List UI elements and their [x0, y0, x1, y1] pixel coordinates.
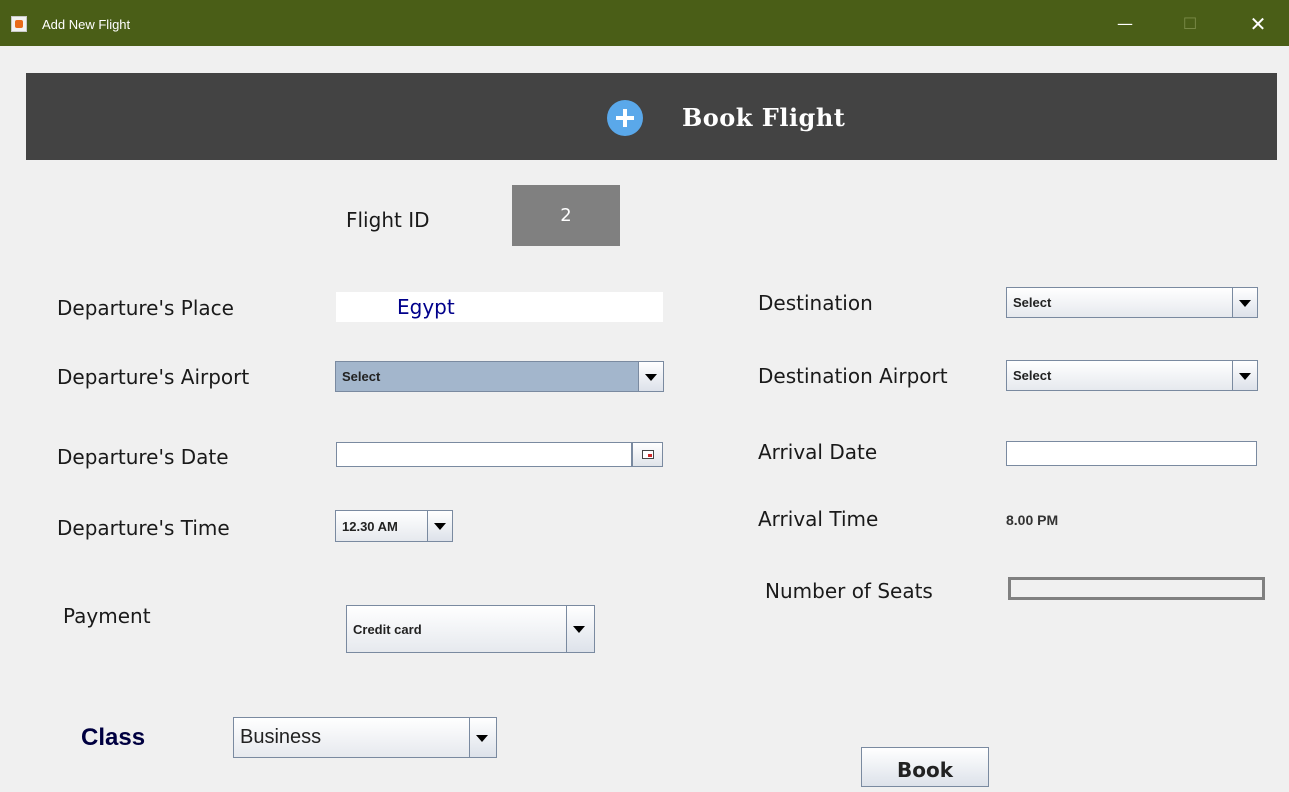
payment-label: Payment [63, 604, 151, 628]
class-label: Class [81, 724, 146, 751]
close-button[interactable]: ✕ [1238, 10, 1278, 38]
departure-time-value: 12.30 AM [342, 518, 398, 534]
destination-airport-label: Destination Airport [758, 364, 948, 388]
payment-value: Credit card [353, 621, 422, 637]
chevron-down-icon[interactable] [1232, 361, 1257, 390]
arrival-time-label: Arrival Time [758, 507, 879, 531]
window-title: Add New Flight [42, 17, 131, 32]
arrival-date-field[interactable] [1006, 441, 1257, 466]
header-banner: Book Flight [26, 73, 1277, 160]
destination-airport-dropdown[interactable]: Select [1006, 360, 1258, 391]
chevron-down-icon[interactable] [469, 718, 496, 757]
java-app-icon [11, 16, 27, 32]
destination-airport-value: Select [1013, 368, 1052, 383]
chevron-down-icon[interactable] [1232, 288, 1257, 317]
flight-id-value: 2 [512, 185, 620, 246]
departure-airport-value: Select [342, 369, 381, 384]
chevron-down-icon[interactable] [638, 362, 663, 391]
book-button[interactable]: Book [861, 747, 989, 787]
seats-field[interactable] [1008, 577, 1265, 600]
class-value: Business [240, 726, 322, 748]
departure-place-value: Egypt [397, 295, 455, 319]
title-bar: Add New Flight — ☐ ✕ [0, 0, 1289, 46]
flight-id-label: Flight ID [346, 208, 430, 232]
destination-value: Select [1013, 295, 1052, 310]
departure-place-label: Departure's Place [57, 296, 234, 320]
payment-dropdown[interactable]: Credit card [346, 605, 595, 653]
minimize-button[interactable]: — [1105, 10, 1145, 38]
destination-dropdown[interactable]: Select [1006, 287, 1258, 318]
departure-date-label: Departure's Date [57, 445, 229, 469]
departure-airport-label: Departure's Airport [57, 365, 250, 389]
arrival-time-value: 8.00 PM [1006, 512, 1059, 528]
class-dropdown[interactable]: Business [233, 717, 497, 758]
chevron-down-icon[interactable] [566, 606, 594, 652]
departure-time-label: Departure's Time [57, 516, 230, 540]
calendar-icon[interactable] [632, 442, 663, 467]
departure-time-dropdown[interactable]: 12.30 AM [335, 510, 453, 542]
departure-place-field[interactable]: Egypt [336, 292, 663, 322]
maximize-button[interactable]: ☐ [1170, 10, 1210, 38]
seats-label: Number of Seats [765, 579, 933, 603]
departure-airport-dropdown[interactable]: Select [335, 361, 664, 392]
arrival-date-label: Arrival Date [758, 440, 878, 464]
destination-label: Destination [758, 291, 873, 315]
departure-date-field[interactable] [336, 442, 632, 467]
plus-circle-icon [607, 100, 643, 136]
chevron-down-icon[interactable] [427, 511, 452, 541]
header-title: Book Flight [682, 103, 846, 132]
